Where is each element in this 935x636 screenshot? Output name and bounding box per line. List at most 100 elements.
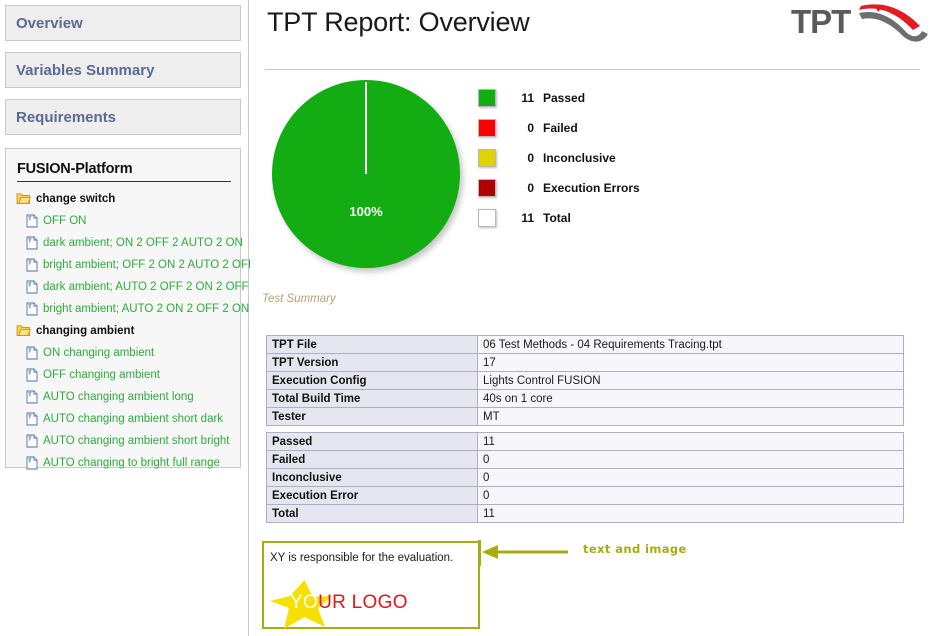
table-row: Execution Config Lights Control FUSION — [266, 371, 904, 390]
tree-item-test-case[interactable]: T OFF changing ambient — [26, 365, 234, 384]
tree-item-test-case[interactable]: T AUTO changing ambient long — [26, 387, 234, 406]
test-case-tree: FUSION-Platform change switch T OFF ON T… — [5, 148, 255, 469]
page-title: TPT Report: Overview — [267, 7, 530, 37]
testcase-file-icon: T — [26, 368, 38, 382]
tree-group-label: change switch — [36, 192, 116, 205]
table-row: Execution Error 0 — [266, 486, 904, 505]
legend-label: Passed — [543, 91, 586, 105]
testcase-file-icon: T — [26, 280, 38, 294]
tree-item-test-case[interactable]: T bright ambient; AUTO 2 ON 2 OFF 2 ON — [26, 299, 249, 318]
table-cell-value: 0 — [477, 468, 904, 487]
sidebar-item-variables-summary[interactable]: Variables Summary — [5, 52, 241, 88]
tree-item-test-case[interactable]: T bright ambient; OFF 2 ON 2 AUTO 2 OFF — [26, 255, 255, 274]
tree-item-test-case[interactable]: T AUTO changing ambient short bright — [26, 431, 234, 450]
testcase-file-icon: T — [26, 456, 38, 470]
logo-word-white: YO — [290, 592, 319, 613]
legend-item-passed: 11 Passed — [478, 83, 768, 113]
table-cell-value: 40s on 1 core — [477, 389, 904, 408]
tree-title: FUSION-Platform — [17, 161, 231, 182]
sidebar-item-label: Variables Summary — [16, 61, 155, 79]
tree-item-label: AUTO changing ambient short bright — [43, 434, 230, 447]
legend-swatch-failed — [478, 119, 496, 137]
sidebar-item-requirements[interactable]: Requirements — [5, 99, 241, 135]
sidebar-item-label: Overview — [16, 14, 83, 32]
table-cell-key: Tester — [266, 407, 478, 426]
legend-swatch-passed — [478, 89, 496, 107]
tree-group-changing-ambient[interactable]: changing ambient — [16, 321, 234, 340]
table-cell-key: Failed — [266, 450, 478, 469]
sidebar-item-overview[interactable]: Overview — [5, 5, 241, 41]
chart-legend: 11 Passed 0 Failed 0 Inconclusive 0 Exec… — [478, 83, 768, 233]
title-divider — [265, 69, 920, 70]
pie-start-line — [365, 82, 367, 174]
tree-group-label: changing ambient — [36, 324, 135, 337]
table-cell-value: 06 Test Methods - 04 Requirements Tracin… — [477, 335, 904, 354]
tree-item-label: OFF ON — [43, 214, 87, 227]
legend-label: Total — [543, 211, 571, 225]
tree-item-test-case[interactable]: T OFF ON — [26, 211, 234, 230]
legend-swatch-total — [478, 209, 496, 227]
tpt-report-page: Overview Variables Summary Requirements … — [0, 0, 935, 636]
svg-text:TPT: TPT — [791, 3, 851, 40]
legend-label: Failed — [543, 121, 578, 135]
table-cell-key: Inconclusive — [266, 468, 478, 487]
testcase-file-icon: T — [26, 236, 38, 250]
table-group-separator — [266, 425, 904, 433]
testcase-file-icon: T — [26, 258, 38, 272]
table-cell-value: 17 — [477, 353, 904, 372]
folder-icon — [16, 324, 32, 337]
main-content: TPT Report: Overview TPT 100% Test Summa… — [250, 0, 935, 636]
table-cell-value: 0 — [477, 486, 904, 505]
legend-item-inconclusive: 0 Inconclusive — [478, 143, 768, 173]
legend-count: 0 — [527, 151, 534, 165]
tree-group-change-switch[interactable]: change switch — [16, 189, 234, 208]
report-info-table: TPT File 06 Test Methods - 04 Requiremen… — [266, 335, 904, 523]
testcase-file-icon: T — [26, 434, 38, 448]
tree-item-label: OFF changing ambient — [43, 368, 160, 381]
legend-item-failed: 0 Failed — [478, 113, 768, 143]
tpt-logo: TPT — [789, 3, 931, 43]
tree-item-test-case[interactable]: T dark ambient; AUTO 2 OFF 2 ON 2 OFF — [26, 277, 249, 296]
tree-item-test-case[interactable]: T AUTO changing ambient short dark — [26, 409, 234, 428]
table-row: Inconclusive 0 — [266, 468, 904, 487]
logo-word-red: UR LOGO — [318, 592, 408, 613]
table-row: TPT Version 17 — [266, 353, 904, 372]
tree-item-label: bright ambient; OFF 2 ON 2 AUTO 2 OFF — [43, 258, 255, 271]
pie-percent-label: 100% — [349, 204, 383, 219]
table-row: Total Build Time 40s on 1 core — [266, 389, 904, 408]
folder-icon — [16, 192, 32, 205]
tree-item-label: AUTO changing to bright full range — [43, 456, 220, 469]
annotation-text-and-image: text and image — [478, 540, 686, 566]
table-row: Tester MT — [266, 407, 904, 426]
sidebar: Overview Variables Summary Requirements … — [0, 0, 255, 636]
annotation-label: text and image — [583, 542, 687, 556]
table-cell-value: 11 — [477, 432, 904, 451]
tree-item-label: AUTO changing ambient short dark — [43, 412, 224, 425]
tree-item-label: dark ambient; ON 2 OFF 2 AUTO 2 ON — [43, 236, 243, 249]
customer-logo-text: YOUR LOGO — [290, 592, 408, 614]
legend-label: Inconclusive — [543, 151, 616, 165]
tree-item-test-case[interactable]: T ON changing ambient — [26, 343, 234, 362]
annotation-arrow-icon — [478, 540, 568, 566]
testcase-file-icon: T — [26, 412, 38, 426]
table-cell-key: TPT File — [266, 335, 478, 354]
table-row: Failed 0 — [266, 450, 904, 469]
testcase-file-icon: T — [26, 390, 38, 404]
tree-item-test-case[interactable]: T AUTO changing to bright full range — [26, 453, 234, 472]
table-cell-value: 11 — [477, 504, 904, 523]
table-cell-key: Execution Error — [266, 486, 478, 505]
legend-count: 0 — [527, 121, 534, 135]
sidebar-item-label: Requirements — [16, 108, 117, 126]
table-cell-value: 0 — [477, 450, 904, 469]
table-cell-key: TPT Version — [266, 353, 478, 372]
tree-item-label: dark ambient; AUTO 2 OFF 2 ON 2 OFF — [43, 280, 249, 293]
customer-logo-placeholder: YOUR LOGO — [268, 579, 448, 629]
legend-count: 0 — [527, 181, 534, 195]
tree-item-test-case[interactable]: T dark ambient; ON 2 OFF 2 AUTO 2 ON — [26, 233, 243, 252]
table-row: Passed 11 — [266, 432, 904, 451]
pie-chart: 100% — [272, 80, 466, 274]
legend-item-total: 11 Total — [478, 203, 768, 233]
table-row: TPT File 06 Test Methods - 04 Requiremen… — [266, 335, 904, 354]
legend-swatch-execution-errors — [478, 179, 496, 197]
legend-count: 11 — [521, 91, 534, 105]
